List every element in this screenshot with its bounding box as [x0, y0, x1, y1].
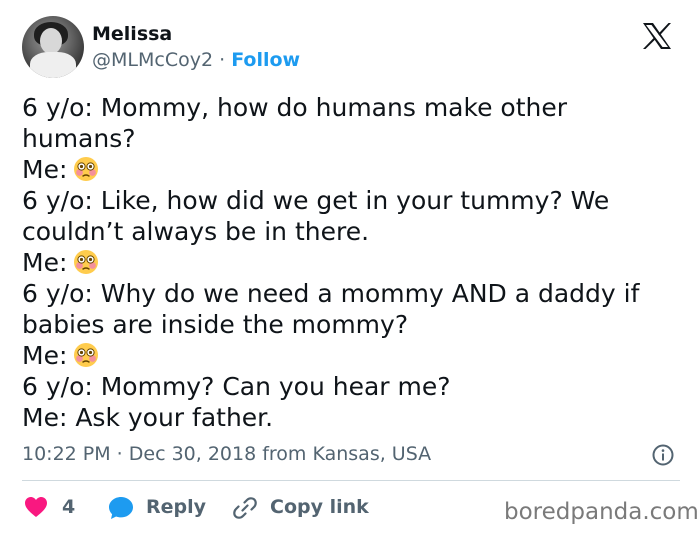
- avatar-face: [40, 28, 62, 54]
- tweet-line: 6 y/o: Like, how did we get in your tumm…: [22, 186, 610, 215]
- tweet-line: couldn’t always be in there.: [22, 217, 370, 246]
- flushed-face-icon: [74, 343, 99, 367]
- tweet-line: Me:: [22, 340, 682, 371]
- copy-link-label: Copy link: [270, 496, 369, 518]
- reply-bubble-icon: [109, 497, 133, 519]
- tweet-line: Me: Ask your father.: [22, 403, 274, 432]
- avatar-body: [30, 52, 76, 78]
- author-handle[interactable]: @MLMcCoy2: [92, 49, 213, 71]
- tweet-line: 6 y/o: Mommy, how do humans make other: [22, 93, 568, 122]
- tweet-line: babies are inside the mommy?: [22, 310, 409, 339]
- like-count: 4: [62, 496, 76, 518]
- author-name[interactable]: Melissa: [92, 22, 172, 46]
- divider: [22, 480, 680, 481]
- watermark: boredpanda.com: [504, 499, 699, 525]
- tweet-text: 6 y/o: Mommy, how do humans make other h…: [22, 92, 682, 433]
- tweet-line: 6 y/o: Mommy? Can you hear me?: [22, 372, 451, 401]
- tweet-line: Me:: [22, 154, 682, 185]
- author-handle-row: @MLMcCoy2 · Follow: [92, 48, 300, 72]
- follow-button[interactable]: Follow: [231, 49, 300, 71]
- tweet-card: Melissa @MLMcCoy2 · Follow 6 y/o: Mommy,…: [0, 0, 700, 534]
- link-icon: [233, 497, 257, 519]
- tweet-timestamp[interactable]: 10:22 PM · Dec 30, 2018 from Kansas, USA: [22, 442, 431, 466]
- tweet-line: humans?: [22, 124, 136, 153]
- reply-label: Reply: [146, 496, 207, 518]
- handle-separator: ·: [219, 49, 226, 71]
- flushed-face-icon: [74, 157, 99, 181]
- heart-icon: [25, 497, 47, 517]
- flushed-face-icon: [74, 250, 99, 274]
- tweet-line: Me:: [22, 247, 682, 278]
- x-logo-icon[interactable]: [642, 22, 672, 50]
- info-icon[interactable]: [652, 444, 674, 466]
- tweet-line: 6 y/o: Why do we need a mommy AND a dadd…: [22, 279, 640, 308]
- avatar[interactable]: [22, 16, 84, 78]
